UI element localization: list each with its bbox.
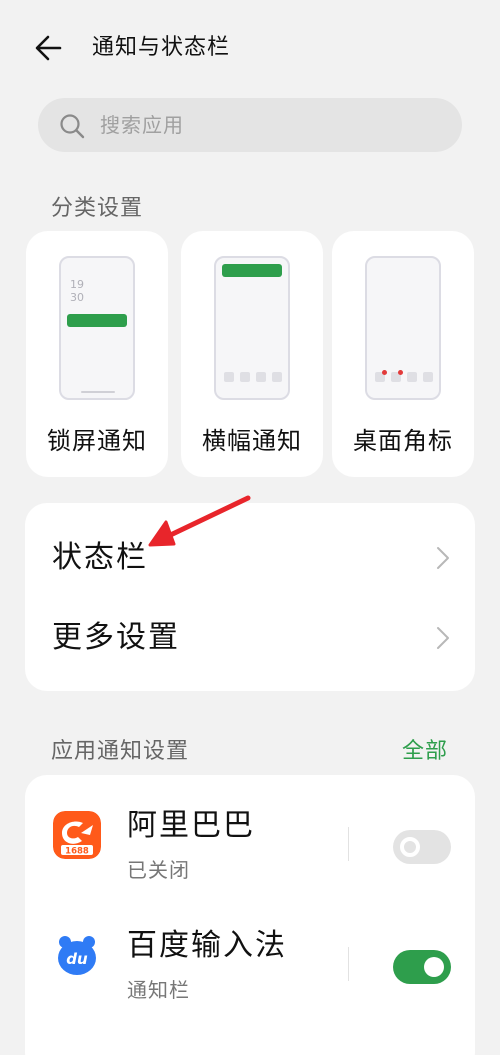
home-indicator [81, 391, 115, 393]
app-row-alibaba[interactable]: 1688 阿里巴巴 已关闭 [25, 775, 475, 893]
banner-notification-card[interactable]: 横幅通知 [181, 231, 323, 477]
svg-text:1688: 1688 [65, 847, 89, 857]
settings-list: 状态栏 更多设置 [25, 503, 475, 691]
row-divider [348, 947, 349, 981]
baidu-input-app-icon: du [53, 931, 101, 979]
svg-text:du: du [66, 950, 88, 968]
desktop-badge-card[interactable]: 桌面角标 [332, 231, 474, 477]
category-section-title: 分类设置 [51, 196, 144, 221]
back-button[interactable] [30, 32, 70, 64]
status-bar-row[interactable]: 状态栏 [25, 519, 475, 595]
notification-toggle[interactable] [393, 950, 451, 984]
banner-notification-bar [222, 264, 282, 277]
app-status: 通知栏 [127, 978, 190, 1002]
banner-preview [214, 256, 290, 400]
card-label: 桌面角标 [353, 427, 453, 455]
app-section-title: 应用通知设置 [51, 739, 190, 764]
lock-screen-notification-card[interactable]: 19 30 锁屏通知 [26, 231, 168, 477]
notification-toggle[interactable] [393, 830, 451, 864]
lock-screen-preview: 19 30 [59, 256, 135, 400]
app-name: 阿里巴巴 [127, 808, 255, 843]
view-all-link[interactable]: 全部 [402, 733, 448, 765]
alibaba-app-icon: 1688 [53, 811, 101, 859]
lock-notification-bar [67, 314, 127, 327]
card-label: 锁屏通知 [47, 427, 147, 455]
app-row-baidu-input[interactable]: du 百度输入法 通知栏 [25, 895, 475, 1013]
preview-dock [375, 370, 433, 382]
card-label: 横幅通知 [202, 427, 302, 455]
page-title: 通知与状态栏 [92, 35, 231, 60]
more-settings-row[interactable]: 更多设置 [25, 599, 475, 675]
app-name: 百度输入法 [127, 928, 287, 963]
row-label: 状态栏 [52, 540, 148, 575]
search-icon [60, 114, 85, 139]
arrow-left-icon [35, 35, 62, 61]
preview-dock [224, 372, 282, 382]
badge-preview [365, 256, 441, 400]
app-status: 已关闭 [127, 858, 190, 882]
row-label: 更多设置 [52, 620, 180, 655]
header-bar: 通知与状态栏 [0, 0, 500, 96]
chevron-right-icon [437, 547, 449, 569]
chevron-right-icon [437, 627, 449, 649]
row-divider [348, 827, 349, 861]
app-notification-list: 1688 阿里巴巴 已关闭 du 百度输入法 通知栏 [25, 775, 475, 1055]
preview-time: 19 30 [70, 278, 84, 304]
search-input[interactable] [100, 108, 440, 142]
